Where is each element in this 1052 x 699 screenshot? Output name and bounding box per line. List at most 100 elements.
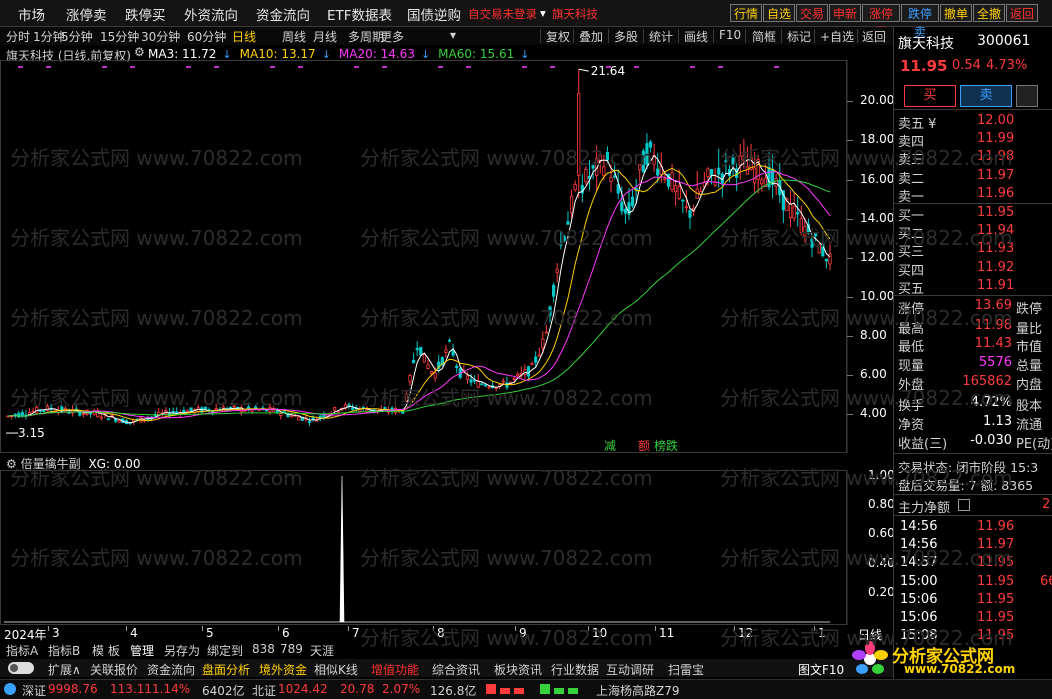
function-tab-3[interactable]: 盘面分析: [202, 661, 250, 678]
menu-market[interactable]: 市场: [18, 4, 45, 24]
price-tick-8: 20.00: [860, 93, 895, 108]
candle-body: [42, 410, 46, 412]
stat-value-5: 4.72%: [970, 395, 1012, 410]
breadth-bar: [500, 688, 510, 694]
bid-price-4[interactable]: 11.91: [977, 278, 1014, 293]
settings-icon[interactable]: ⚙: [134, 45, 145, 59]
ma-legend: MA3: 11.72 ↓ MA10: 13.17 ↓ MA20: 14.63 ↓ MA60:…: [148, 47, 537, 61]
stock-link[interactable]: 旗天科技: [552, 6, 598, 22]
main-flow[interactable]: 主力净额: [898, 497, 950, 516]
bottom-tab-1[interactable]: 指标B: [48, 642, 80, 659]
function-tab-4[interactable]: 境外资金: [259, 661, 307, 678]
tool-8[interactable]: +自选: [820, 28, 854, 45]
period-5[interactable]: 60分钟: [187, 28, 226, 45]
tool-5[interactable]: F10: [719, 28, 741, 42]
period-9[interactable]: 多周期: [348, 28, 384, 45]
period-6[interactable]: 日线: [232, 28, 256, 45]
dropdown-arrow-icon[interactable]: ▾: [540, 6, 546, 20]
period-3[interactable]: 15分钟: [100, 28, 139, 45]
f10-button[interactable]: 图文F10: [798, 661, 844, 678]
period-8[interactable]: 月线: [313, 28, 337, 45]
ma-label-0: MA3: 11.72: [148, 47, 217, 61]
function-tab-1[interactable]: 关联报价: [90, 661, 138, 678]
menu-foreign-flow[interactable]: 外资流向: [184, 4, 238, 24]
period-7[interactable]: 周线: [282, 28, 306, 45]
bid-price-0[interactable]: 11.95: [977, 205, 1014, 220]
kline-chart[interactable]: 21.64 3.15 减 额榜跌: [0, 60, 893, 453]
top-button-4[interactable]: 涨停买: [862, 4, 900, 39]
main-flow-box-icon[interactable]: [958, 499, 970, 511]
ask-price-1[interactable]: 11.99: [977, 131, 1014, 146]
tool-3[interactable]: 统计: [649, 28, 673, 45]
login-warning[interactable]: 自交易未登录: [468, 6, 537, 22]
bottom-tab-6[interactable]: 838: [252, 642, 275, 656]
tool-6[interactable]: 简框: [752, 28, 776, 45]
period-2[interactable]: 5分钟: [61, 28, 93, 45]
function-tab-5[interactable]: 相似K线: [314, 661, 358, 678]
price-tick-5: 14.00: [860, 210, 895, 225]
period-4[interactable]: 30分钟: [141, 28, 180, 45]
tool-0[interactable]: 复权: [546, 28, 570, 45]
period-10[interactable]: 更多: [380, 28, 404, 45]
top-button-5[interactable]: 跌停卖: [901, 4, 939, 39]
tool-divider: [643, 29, 644, 43]
top-button-2[interactable]: 交易: [796, 4, 828, 22]
bottom-tab-4[interactable]: 另存为: [164, 642, 200, 659]
date-tick-mark: [734, 626, 735, 631]
top-menu-bar: 市场 涨停卖 跌停买 外资流向 资金流向 ETF数据表 国债逆购 自交易未登录 …: [0, 0, 1052, 39]
function-tab-0[interactable]: 扩展∧: [48, 661, 81, 678]
tool-2[interactable]: 多股: [614, 28, 638, 45]
bid-price-1[interactable]: 11.94: [977, 223, 1014, 238]
bottom-tab-2[interactable]: 模 板: [92, 642, 120, 659]
function-tab-10[interactable]: 互动调研: [606, 661, 654, 678]
function-tab-9[interactable]: 行业数据: [551, 661, 599, 678]
tool-7[interactable]: 标记: [787, 28, 811, 45]
buy-button[interactable]: 买: [904, 85, 956, 107]
function-tab-8[interactable]: 板块资讯: [494, 661, 542, 678]
stat-value-7: -0.030: [970, 433, 1012, 448]
top-button-7[interactable]: 全撤: [973, 4, 1005, 22]
bottom-tab-8[interactable]: 天涯: [310, 642, 334, 659]
period-0[interactable]: 分时: [6, 28, 30, 45]
bid-price-2[interactable]: 11.93: [977, 241, 1014, 256]
function-tab-7[interactable]: 综合资讯: [432, 661, 480, 678]
top-button-8[interactable]: 返回: [1006, 4, 1038, 22]
indicator-name[interactable]: 倍量擒牛副: [21, 457, 81, 471]
bottom-tab-5[interactable]: 绑定到: [207, 642, 243, 659]
bottom-tab-3[interactable]: 管理: [130, 642, 154, 659]
indicator-settings-icon[interactable]: ⚙: [6, 457, 17, 471]
menu-repo[interactable]: 国债逆购: [407, 4, 461, 24]
period-1[interactable]: 1分钟: [33, 28, 65, 45]
signal-signal_1: 减: [604, 439, 616, 453]
ask-price-3[interactable]: 11.97: [977, 168, 1014, 183]
tick-price-1: 11.97: [977, 537, 1015, 553]
tool-4[interactable]: 画线: [684, 28, 708, 45]
menu-etf-table[interactable]: ETF数据表: [327, 4, 392, 24]
candle-body: [419, 346, 423, 356]
function-tab-11[interactable]: 扫雷宝: [668, 661, 704, 678]
indicator-chart[interactable]: [0, 470, 893, 625]
menu-limit-down-buy[interactable]: 跌停买: [125, 4, 166, 24]
menu-limit-up-sell[interactable]: 涨停卖: [66, 4, 107, 24]
bid-price-3[interactable]: 11.92: [977, 260, 1014, 275]
indicator-tick-2: 0.60: [868, 526, 895, 541]
quote-price: 11.95: [900, 57, 948, 75]
menu-capital-flow[interactable]: 资金流向: [256, 4, 310, 24]
top-button-1[interactable]: 自选: [763, 4, 795, 22]
function-tab-6[interactable]: 增值功能: [371, 661, 419, 678]
ask-price-4[interactable]: 11.96: [977, 186, 1014, 201]
bottom-tab-7[interactable]: 789: [280, 642, 303, 656]
top-button-0[interactable]: 行情: [730, 4, 762, 22]
function-tab-2[interactable]: 资金流向: [147, 661, 195, 678]
grid-icon[interactable]: [1016, 85, 1038, 107]
top-button-3[interactable]: 申新: [829, 4, 861, 22]
period-more-arrow-icon[interactable]: ▾: [450, 28, 456, 42]
bottom-tab-0[interactable]: 指标A: [6, 642, 38, 659]
tool-1[interactable]: 叠加: [579, 28, 603, 45]
ask-price-0[interactable]: 12.00: [977, 113, 1014, 128]
ask-price-2[interactable]: 11.98: [977, 149, 1014, 164]
stat-label-4: 外盘: [898, 378, 925, 393]
sell-button[interactable]: 卖: [960, 85, 1012, 107]
top-button-6[interactable]: 撤单: [940, 4, 972, 22]
tool-9[interactable]: 返回: [862, 28, 886, 45]
